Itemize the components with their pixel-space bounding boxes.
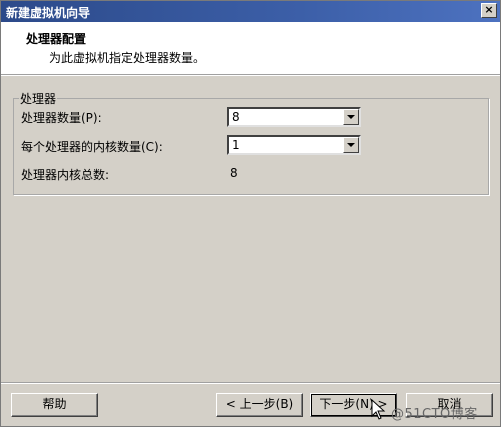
processor-count-value: 8 (232, 110, 240, 124)
window-title: 新建虚拟机向导 (6, 6, 91, 20)
watermark-text: @51CTO博客 (391, 407, 478, 422)
cores-per-processor-value: 1 (232, 138, 240, 152)
help-button[interactable]: 帮助 (11, 393, 98, 417)
chevron-down-icon[interactable] (343, 137, 359, 153)
close-button[interactable]: × (481, 3, 497, 18)
chevron-down-icon[interactable] (343, 109, 359, 125)
cores-per-processor-label: 每个处理器的内核数量(C): (21, 140, 163, 154)
wizard-header: 处理器配置 为此虚拟机指定处理器数量。 (1, 22, 500, 75)
close-icon: × (484, 3, 494, 16)
mouse-cursor-icon (371, 399, 386, 420)
title-bar[interactable]: 新建虚拟机向导 × (1, 1, 500, 22)
page-title: 处理器配置 (26, 32, 87, 46)
total-cores-label: 处理器内核总数: (21, 168, 110, 182)
groupbox-legend: 处理器 (19, 90, 58, 107)
processor-count-label: 处理器数量(P): (21, 111, 102, 125)
cores-per-processor-select[interactable]: 1 (227, 135, 361, 155)
total-cores-value: 8 (230, 166, 238, 180)
wizard-window: 新建虚拟机向导 × 处理器配置 为此虚拟机指定处理器数量。 处理器 处理器数量(… (0, 0, 501, 427)
header-divider (1, 75, 500, 76)
page-subtitle: 为此虚拟机指定处理器数量。 (49, 51, 206, 65)
processor-count-select[interactable]: 8 (227, 107, 361, 127)
footer-divider-highlight (1, 383, 500, 384)
back-button[interactable]: < 上一步(B) (216, 393, 303, 417)
